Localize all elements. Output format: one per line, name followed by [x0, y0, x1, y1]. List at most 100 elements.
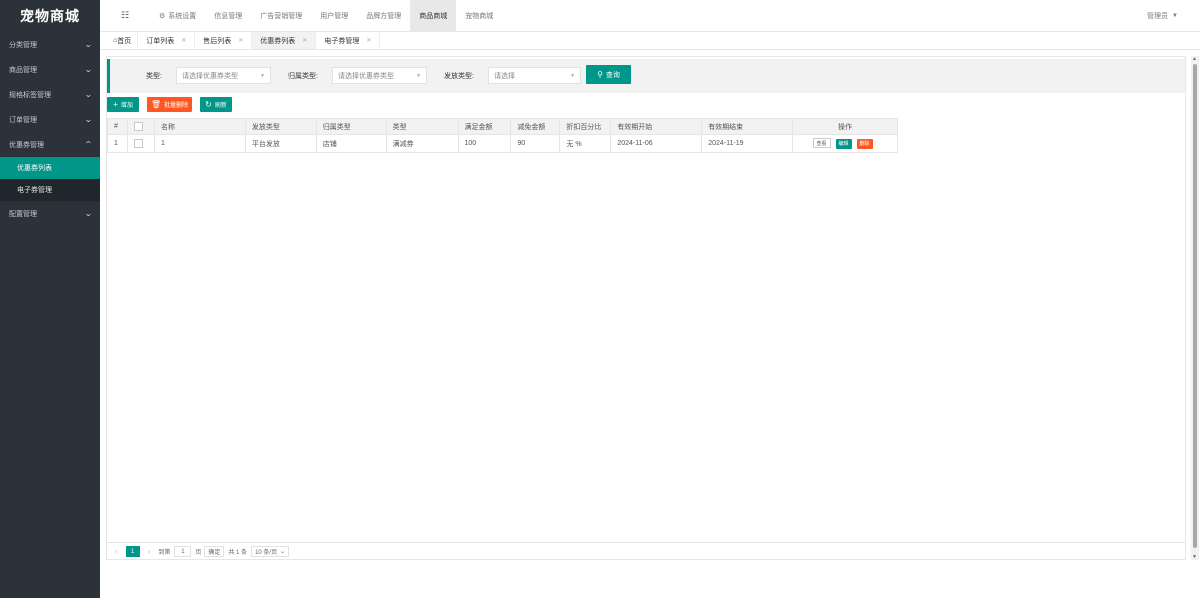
issue-type-select[interactable]: 请选择 ▼ [488, 67, 581, 84]
view-button[interactable]: 查看 [812, 138, 831, 148]
tab-coupon-list[interactable]: 优惠券列表 ✕ [252, 32, 317, 49]
sidebar-item-label: 订单管理 [9, 116, 37, 124]
sidebar-item-products[interactable]: 商品管理 ⌄ [0, 57, 100, 82]
sidebar-subitem-e-coupons[interactable]: 电子券管理 [0, 179, 100, 201]
sidebar-item-label: 商品管理 [9, 66, 37, 74]
topnav-item-ads[interactable]: 广告营销管理 [251, 0, 311, 32]
sidebar-submenu: 优惠券列表 电子券管理 [0, 157, 100, 201]
search-icon: ⚲ [597, 70, 603, 79]
sidebar-item-coupons[interactable]: 优惠券管理 ⌃ [0, 132, 100, 157]
table-header-row: # 名称 发放类型 归属类型 类型 满足金额 减免金额 折扣百分比 有效期开始 … [107, 118, 898, 135]
tab-label: 电子券管理 [324, 37, 360, 45]
chevron-down-icon: ▼ [570, 72, 575, 79]
column-header: 归属类型 [315, 118, 387, 135]
current-page[interactable]: 1 [125, 546, 140, 557]
user-menu[interactable]: 管理员 ▼ [1147, 0, 1178, 32]
goto-confirm-button[interactable]: 确定 [204, 546, 225, 557]
scroll-thumb[interactable] [1193, 64, 1197, 548]
close-icon[interactable]: ✕ [181, 37, 186, 44]
chevron-down-icon: ▼ [260, 72, 265, 79]
column-header: 操作 [792, 118, 898, 135]
coupon-table: # 名称 发放类型 归属类型 类型 满足金额 减免金额 折扣百分比 有效期开始 … [107, 118, 898, 153]
type-select[interactable]: 请选择优惠券类型 ▼ [176, 67, 271, 84]
select-all-checkbox-cell[interactable] [126, 118, 155, 135]
refresh-button[interactable]: ↻ 刷新 [200, 97, 232, 112]
sidebar-item-orders[interactable]: 订单管理 ⌄ [0, 107, 100, 132]
row-index: 1 [107, 134, 128, 153]
scroll-up-icon[interactable]: ▲ [1192, 56, 1197, 62]
menu-toggle-icon[interactable]: ☷ [100, 10, 150, 21]
close-icon[interactable]: ✕ [238, 37, 243, 44]
chevron-down-icon: ⌄ [84, 40, 94, 49]
prev-page-icon[interactable]: ‹ [115, 547, 118, 556]
add-button-label: 增加 [120, 103, 133, 109]
refresh-icon: ↻ [205, 100, 212, 109]
add-button[interactable]: + 增加 [107, 97, 139, 112]
sidebar-item-label: 分类管理 [9, 41, 37, 49]
threshold-amount: 100 [457, 134, 512, 153]
close-icon[interactable]: ✕ [302, 37, 307, 44]
reduce-amount: 90 [510, 134, 561, 153]
column-header: 减免金额 [510, 118, 561, 135]
tab-home[interactable]: ⌂ 首页 [107, 32, 139, 49]
tab-e-coupons[interactable]: 电子券管理 ✕ [316, 32, 381, 49]
sidebar-item-config[interactable]: 配置管理 ⌄ [0, 201, 100, 226]
tab-order-list[interactable]: 订单列表 ✕ [138, 32, 196, 49]
issue-type-label: 发放类型: [444, 73, 474, 80]
search-button[interactable]: ⚲ 查询 [586, 65, 631, 84]
row-checkbox[interactable] [133, 139, 143, 148]
sidebar-item-label: 配置管理 [9, 210, 37, 218]
app-logo: 宠物商城 [0, 0, 100, 32]
sidebar-item-spec-tags[interactable]: 规格标签管理 ⌄ [0, 82, 100, 107]
topnav-item-info[interactable]: 信息管理 [205, 0, 251, 32]
issue-type-placeholder: 请选择 [494, 72, 515, 80]
column-header: # [107, 118, 128, 135]
page-size-select[interactable]: 10 条/页 ⌄ [251, 546, 290, 557]
type-select-placeholder: 请选择优惠券类型 [182, 72, 238, 80]
plus-icon: + [113, 100, 118, 109]
total-count: 共 1 条 [228, 550, 248, 556]
close-icon[interactable]: ✕ [366, 37, 371, 44]
page-tabs: ⌂ 首页 订单列表 ✕ 售后列表 ✕ 优惠券列表 ✕ 电子券管理 ✕ [100, 32, 1200, 50]
user-name: 管理员 [1147, 13, 1169, 20]
delete-button[interactable]: 删除 [856, 139, 873, 149]
topnav-item-pet-mall[interactable]: 宠物商城 [456, 0, 502, 32]
top-navigation: ☷ ⚙ 系统设置 信息管理 广告营销管理 用户管理 品牌方管理 商品商城 宠物商城… [100, 0, 1200, 32]
belong-type-placeholder: 请选择优惠券类型 [338, 72, 394, 80]
goto-page-input[interactable]: 1 [174, 546, 192, 557]
topnav-item-label: 系统设置 [168, 12, 197, 20]
select-all-checkbox[interactable] [133, 122, 143, 131]
tab-aftersale-list[interactable]: 售后列表 ✕ [195, 32, 253, 49]
main-content: 类型: 请选择优惠券类型 ▼ 归属类型: 请选择优惠券类型 ▼ 发放类型: 请选择 ▼… [106, 56, 1186, 560]
vertical-scrollbar[interactable]: ▲ ▼ [1191, 56, 1199, 560]
refresh-button-label: 刷新 [214, 103, 227, 109]
next-page-icon[interactable]: › [148, 547, 151, 556]
row-checkbox-cell[interactable] [126, 134, 155, 153]
filter-bar: 类型: 请选择优惠券类型 ▼ 归属类型: 请选择优惠券类型 ▼ 发放类型: 请选择 ▼… [107, 59, 1185, 93]
batch-delete-button[interactable]: 🗑 批量删除 [147, 97, 192, 112]
edit-button[interactable]: 编辑 [835, 139, 852, 149]
belong-type-select[interactable]: 请选择优惠券类型 ▼ [332, 67, 427, 84]
topnav-item-system[interactable]: ⚙ 系统设置 [150, 0, 205, 32]
tab-label: 售后列表 [203, 37, 232, 45]
discount-percent: 无 % [559, 134, 612, 153]
page-size-value: 10 条/页 [255, 550, 278, 556]
column-header: 折扣百分比 [559, 118, 612, 135]
search-button-label: 查询 [605, 71, 620, 79]
issue-type: 平台发放 [244, 134, 317, 153]
column-header: 满足金额 [457, 118, 512, 135]
topnav-item-product-mall[interactable]: 商品商城 [410, 0, 457, 32]
scroll-down-icon[interactable]: ▼ [1192, 554, 1197, 560]
topnav-item-brands[interactable]: 品牌方管理 [357, 0, 410, 32]
column-header: 名称 [153, 118, 246, 135]
sidebar-subitem-coupon-list[interactable]: 优惠券列表 [0, 157, 100, 179]
row-actions: 查看 编辑 删除 [792, 134, 898, 153]
column-header: 有效期开始 [610, 118, 703, 135]
tab-label: 订单列表 [146, 37, 175, 45]
table-row: 1 1 平台发放 店铺 满减券 100 90 无 % 2024-11-06 20… [107, 134, 898, 153]
column-header: 有效期结束 [701, 118, 794, 135]
chevron-down-icon: ⌄ [84, 209, 94, 218]
topnav-item-users[interactable]: 用户管理 [311, 0, 357, 32]
chevron-down-icon: ⌄ [84, 90, 94, 99]
sidebar-item-category[interactable]: 分类管理 ⌄ [0, 32, 100, 57]
